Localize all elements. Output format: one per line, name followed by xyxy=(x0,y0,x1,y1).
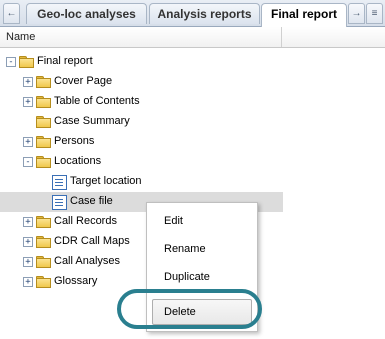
tree-item-label: Persons xyxy=(54,135,95,147)
column-name-label: Name xyxy=(6,31,36,43)
arrow-left-icon[interactable]: ← xyxy=(3,3,20,24)
tree-item-target-location[interactable]: Target location xyxy=(0,172,283,192)
expand-icon[interactable]: + xyxy=(23,137,33,147)
expand-icon[interactable]: + xyxy=(23,277,33,287)
chevron-down-icon[interactable]: ≡ xyxy=(366,3,383,24)
menu-item-duplicate[interactable]: Duplicate xyxy=(147,265,257,289)
column-header[interactable]: Name xyxy=(0,27,385,48)
tree-item-label: Target location xyxy=(70,175,142,187)
folder-icon xyxy=(36,156,51,168)
column-separator[interactable] xyxy=(281,27,282,47)
expand-icon[interactable]: + xyxy=(23,97,33,107)
tree-item-label: Call Analyses xyxy=(54,255,121,267)
tree-item-label: Case Summary xyxy=(54,115,130,127)
menu-item-label: Duplicate xyxy=(164,271,210,283)
folder-icon xyxy=(19,56,34,68)
tree-item-label: CDR Call Maps xyxy=(54,235,130,247)
tree-item-table-of-contents[interactable]: + Table of Contents xyxy=(0,92,283,112)
folder-icon xyxy=(36,116,51,128)
tree-item-label: Cover Page xyxy=(54,75,113,87)
document-icon xyxy=(52,175,67,190)
arrow-right-icon[interactable]: → xyxy=(348,3,365,24)
expand-icon[interactable]: + xyxy=(23,237,33,247)
folder-icon xyxy=(36,256,51,268)
expand-icon[interactable]: + xyxy=(23,257,33,267)
tree-item-label: Final report xyxy=(37,55,93,67)
tree-item-final-report[interactable]: - Final report xyxy=(0,52,283,72)
menu-item-edit[interactable]: Edit xyxy=(147,209,257,233)
highlight-ring xyxy=(117,289,262,329)
tree-item-label: Table of Contents xyxy=(54,95,140,107)
tab-final-report[interactable]: Final report xyxy=(261,3,347,27)
folder-icon xyxy=(36,136,51,148)
tab-analysis-reports[interactable]: Analysis reports xyxy=(149,3,260,24)
menu-item-label: Rename xyxy=(164,243,206,255)
tree-item-cover-page[interactable]: + Cover Page xyxy=(0,72,283,92)
expand-icon[interactable]: + xyxy=(23,217,33,227)
tree-item-label: Case file xyxy=(70,195,113,207)
folder-icon xyxy=(36,216,51,228)
expand-icon[interactable]: + xyxy=(23,77,33,87)
collapse-icon[interactable]: - xyxy=(6,57,16,67)
document-icon xyxy=(52,195,67,210)
menu-item-rename[interactable]: Rename xyxy=(147,237,257,261)
tree-item-persons[interactable]: + Persons xyxy=(0,132,283,152)
tree-item-label: Call Records xyxy=(54,215,117,227)
tree-item-label: Glossary xyxy=(54,275,98,287)
menu-item-label: Edit xyxy=(164,215,183,227)
folder-icon xyxy=(36,76,51,88)
tree-item-case-summary[interactable]: Case Summary xyxy=(0,112,283,132)
tab-geo-loc-analyses[interactable]: Geo-loc analyses xyxy=(26,3,147,24)
folder-icon xyxy=(36,276,51,288)
folder-icon xyxy=(36,96,51,108)
folder-icon xyxy=(36,236,51,248)
tree-item-locations[interactable]: - Locations xyxy=(0,152,283,172)
tree-item-label: Locations xyxy=(54,155,102,167)
collapse-icon[interactable]: - xyxy=(23,157,33,167)
tab-bar: ← Geo-loc analyses Analysis reports Fina… xyxy=(0,0,385,27)
